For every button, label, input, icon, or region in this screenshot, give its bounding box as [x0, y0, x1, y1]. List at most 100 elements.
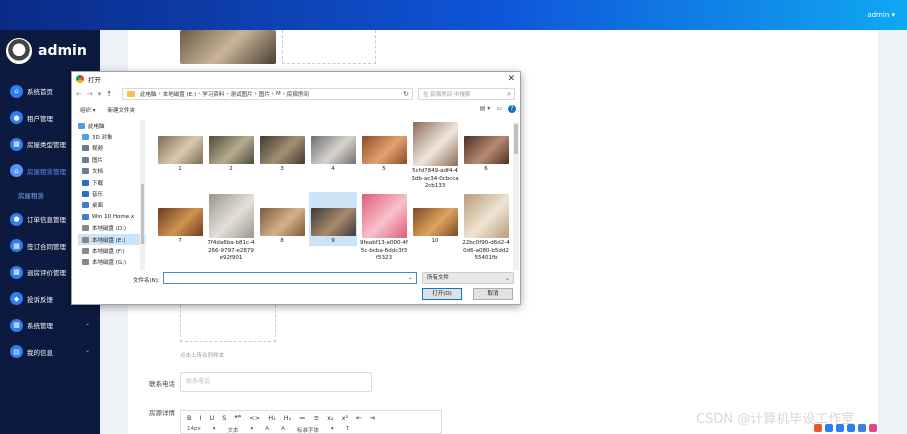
breadcrumb-separator: › [282, 91, 285, 97]
breadcrumb-segment[interactable]: 图片 [259, 90, 270, 98]
file-item[interactable]: 22bc0f90-d6d2-40d6-a080-b5dd255401fb [462, 192, 510, 263]
up-icon[interactable]: ↑ [106, 90, 112, 98]
tree-item[interactable]: 下载 [78, 177, 146, 188]
editor-tool-button[interactable]: I [199, 414, 201, 422]
breadcrumb-segment[interactable]: 民宿房间 [287, 90, 309, 98]
files-scrollbar[interactable] [513, 122, 519, 270]
editor-format-control[interactable]: A [265, 426, 269, 434]
image-thumbnail [208, 136, 254, 164]
filetype-select[interactable]: 所有文件 ⌄ [422, 272, 514, 284]
preview-pane-icon[interactable]: ▭ [496, 105, 502, 113]
editor-format-control[interactable]: ▾ [213, 426, 216, 434]
organize-button[interactable]: 组织 ▾ [80, 106, 96, 114]
forward-icon[interactable]: → [87, 90, 93, 98]
tree-item[interactable]: 本地磁盘 (D:) [78, 223, 146, 234]
tree-item[interactable]: 图片 [78, 154, 146, 165]
tree-item[interactable]: Win 10 Home x [78, 211, 146, 222]
file-item[interactable]: 9 [309, 192, 357, 246]
tree-item[interactable]: 本地磁盘 (E:) [78, 233, 146, 246]
close-icon[interactable]: ✕ [507, 74, 515, 84]
editor-format-control[interactable]: 14px [187, 426, 201, 434]
tree-item[interactable]: 此电脑 [78, 120, 146, 131]
sidebar-item[interactable]: ▤ 我的信息 ⌄ [0, 339, 100, 366]
tree-item-label: 本地磁盘 (F:) [92, 248, 125, 255]
editor-format-control[interactable]: ▾ [331, 426, 334, 434]
chevron-down-icon[interactable]: ⌄ [408, 274, 413, 281]
phone-input[interactable]: 联系电话 [180, 372, 372, 392]
breadcrumb-segment[interactable]: 此电脑 [140, 90, 157, 98]
breadcrumb[interactable]: 此电脑 › 本地磁盘 (E:) › 学习资料 › 测试图片 › 图片 › M › 民宿房间 ↻ [122, 88, 413, 100]
new-folder-button[interactable]: 新建文件夹 [108, 106, 136, 114]
rich-text-editor[interactable]: B I U S ❝❞ <> H₁ H₂ ≔ ≡ x₂ x² ⇤ ⇥ 14px ▾ 文本 ▾ A A 标准字体 ▾ T [180, 410, 442, 434]
editor-tool-button[interactable]: ≔ [299, 414, 306, 422]
image-thumbnail [412, 208, 458, 236]
editor-tool-button[interactable]: B [187, 414, 191, 422]
editor-tool-button[interactable]: ⇤ [356, 414, 361, 422]
file-item[interactable]: 10 [411, 192, 459, 246]
editor-tool-button[interactable]: x₂ [327, 414, 333, 422]
tree-item[interactable]: 本地磁盘 (F:) [78, 245, 146, 256]
file-item[interactable]: 5 [360, 120, 408, 174]
view-options-icon[interactable]: ▤ ▾ [480, 105, 491, 113]
editor-tool-button[interactable]: S [222, 414, 226, 422]
nav-scrollbar-thumb[interactable] [141, 184, 144, 244]
file-item[interactable]: 6 [462, 120, 510, 174]
breadcrumb-segment[interactable]: 学习资料 [202, 90, 224, 98]
editor-format-control[interactable]: A [281, 426, 285, 434]
recent-dropdown-icon[interactable]: ▾ [98, 90, 102, 98]
tree-item[interactable]: 桌面 [78, 200, 146, 211]
editor-tool-button[interactable]: ⇥ [370, 414, 375, 422]
editor-format-control[interactable]: 标准字体 [297, 426, 319, 434]
cancel-button[interactable]: 取消 [473, 288, 513, 300]
file-item[interactable]: 1 [156, 120, 204, 174]
file-item[interactable]: 7 [156, 192, 204, 246]
image-thumbnail [463, 194, 509, 238]
user-menu[interactable]: admin ▾ [867, 11, 895, 19]
refresh-icon[interactable]: ↻ [403, 90, 409, 98]
upload-area-top[interactable] [282, 30, 376, 64]
file-item[interactable]: 2 [207, 120, 255, 174]
file-item[interactable]: 8 [258, 192, 306, 246]
sidebar-item[interactable]: ▦ 系统管理 ⌄ [0, 312, 100, 339]
folder-icon [82, 213, 89, 220]
breadcrumb-segment[interactable]: 本地磁盘 (E:) [163, 90, 196, 98]
tree-item[interactable]: 3D 对象 [78, 131, 146, 142]
file-item[interactable]: 5cfd7849-adf4-43db-ac34-0cbcca2cb133 [411, 120, 459, 191]
tree-item[interactable]: 视频 [78, 143, 146, 154]
editor-tool-button[interactable]: U [209, 414, 214, 422]
sidebar-item-label: 系统管理 [27, 322, 53, 331]
nav-scrollbar[interactable] [140, 120, 145, 270]
sidebar-item-label: 我的信息 [27, 348, 53, 357]
tree-item[interactable]: 文档 [78, 166, 146, 177]
file-item[interactable]: 9feabf13-e000-4f5c-bcba-6ddc3f3f5323 [360, 192, 408, 263]
breadcrumb-segment[interactable]: 测试图片 [231, 90, 253, 98]
search-input[interactable]: 在 民宿房间 中搜索 ⌕ [418, 88, 515, 100]
editor-format-control[interactable]: ▾ [251, 426, 254, 434]
user-icon: ● [10, 212, 23, 226]
editor-format-control[interactable]: T [346, 426, 349, 434]
tree-item[interactable]: 本地磁盘 (G:) [78, 257, 146, 268]
editor-tool-button[interactable]: H₂ [284, 414, 292, 422]
editor-tool-button[interactable]: <> [249, 414, 260, 422]
breadcrumb-segment[interactable]: M [276, 91, 281, 97]
back-icon[interactable]: ← [76, 90, 82, 98]
image-thumbnail [259, 208, 305, 236]
tray-app-icon [814, 424, 822, 432]
file-item[interactable]: 3 [258, 120, 306, 174]
editor-toolbar-row2: 14px ▾ 文本 ▾ A A 标准字体 ▾ T [181, 425, 441, 434]
file-item[interactable]: 7f4da6ba-b81c-4266-9797-e2879e92f901 [207, 192, 255, 263]
help-icon[interactable]: ? [508, 105, 516, 113]
files-scrollbar-thumb[interactable] [514, 124, 518, 154]
editor-format-control[interactable]: 文本 [228, 426, 239, 434]
file-item[interactable]: 4 [309, 120, 357, 174]
editor-tool-button[interactable]: ≡ [314, 414, 319, 422]
breadcrumb-separator: › [226, 91, 229, 97]
tree-item[interactable]: 音乐 [78, 188, 146, 199]
filename-input[interactable]: ⌄ [163, 272, 417, 284]
contract-upload-area[interactable] [180, 300, 276, 342]
open-button[interactable]: 打开(O) [422, 288, 462, 300]
chevron-down-icon[interactable]: ⌄ [505, 273, 510, 284]
editor-tool-button[interactable]: x² [342, 414, 348, 422]
editor-tool-button[interactable]: H₁ [268, 414, 276, 422]
editor-tool-button[interactable]: ❝❞ [234, 414, 241, 422]
